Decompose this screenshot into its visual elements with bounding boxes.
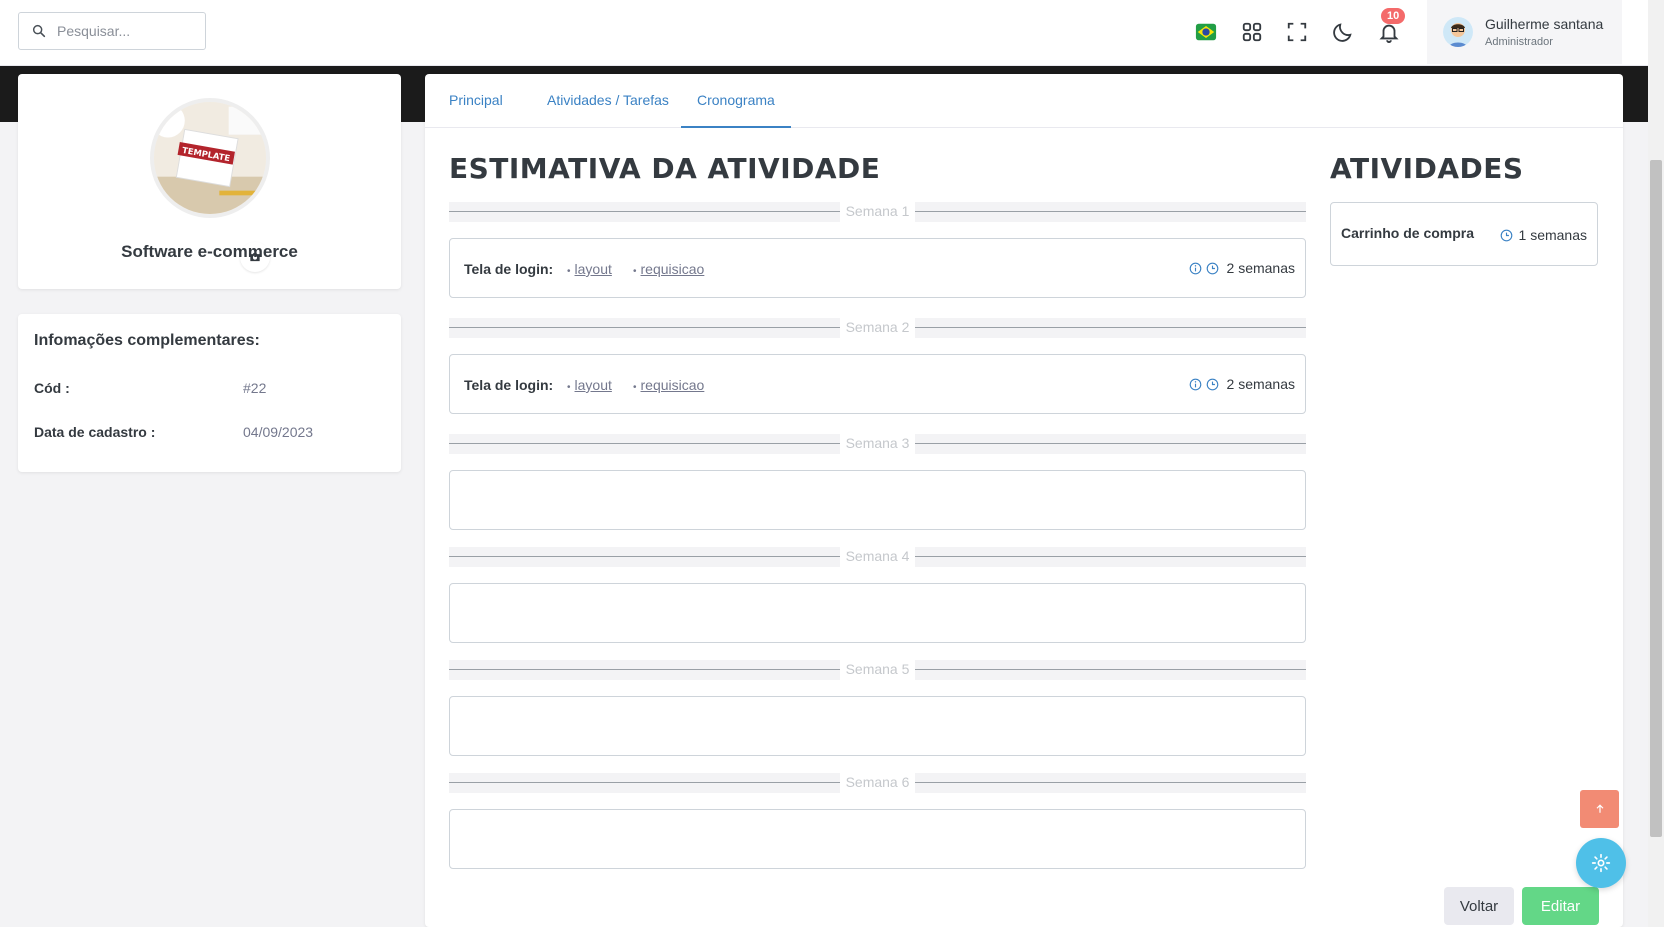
gear-icon — [1591, 853, 1611, 873]
week-separator: Semana 4 — [449, 547, 1306, 567]
topbar: 10 Guilherme santana Administrador — [0, 0, 1648, 66]
task-link-layout[interactable]: • layout — [567, 261, 612, 277]
week-label: Semana 5 — [845, 661, 910, 677]
duration-text: 2 semanas — [1226, 376, 1295, 392]
search-icon — [32, 24, 46, 38]
week-label: Semana 2 — [845, 319, 910, 335]
moon-icon[interactable] — [1331, 20, 1355, 44]
week-box — [449, 470, 1306, 530]
week-separator: Semana 1 — [449, 202, 1306, 222]
activity-name: Carrinho de compra — [1341, 225, 1475, 241]
week-box — [449, 809, 1306, 869]
info-card: Infomações complementares: Cód : #22 Dat… — [18, 314, 401, 472]
notification-badge: 10 — [1381, 8, 1406, 24]
task-link-requisicao[interactable]: • requisicao — [633, 261, 704, 277]
tab-atividades[interactable]: Atividades / Tarefas — [531, 74, 685, 128]
clock-icon — [1206, 262, 1218, 274]
edit-button[interactable]: Editar — [1522, 887, 1599, 925]
week-separator: Semana 2 — [449, 318, 1306, 338]
task-link-requisicao[interactable]: • requisicao — [633, 377, 704, 393]
info-label: Cód : — [34, 380, 70, 396]
fullscreen-icon[interactable] — [1285, 20, 1309, 44]
activity-item[interactable]: Carrinho de compra 1 semanas — [1330, 202, 1598, 266]
brazil-flag-icon[interactable] — [1194, 20, 1218, 44]
apps-grid-icon[interactable] — [1240, 20, 1264, 44]
duration-text: 1 semanas — [1518, 227, 1587, 243]
info-icon[interactable] — [1189, 262, 1202, 275]
info-value: #22 — [243, 380, 267, 396]
info-title: Infomações complementares: — [34, 332, 260, 349]
week-label: Semana 4 — [845, 548, 910, 564]
clock-icon — [1500, 229, 1512, 241]
info-icon[interactable] — [1189, 378, 1202, 391]
task-duration: 2 semanas — [1189, 376, 1295, 392]
scrollbar-thumb[interactable] — [1650, 160, 1662, 837]
clock-icon — [1206, 378, 1218, 390]
task-duration: 2 semanas — [1189, 260, 1295, 276]
task-link-layout[interactable]: • layout — [567, 377, 612, 393]
search-box[interactable] — [18, 12, 206, 50]
info-label: Data de cadastro : — [34, 424, 156, 440]
info-value: 04/09/2023 — [243, 424, 314, 440]
week-box: Tela de login: • layout • requisicao 2 sem… — [449, 354, 1306, 414]
estimate-title: ESTIMATIVA DA ATIVIDADE — [449, 152, 881, 185]
back-button[interactable]: Voltar — [1444, 887, 1514, 925]
project-photo: TEMPLATE — [150, 98, 270, 218]
main-card: Principal Atividades / Tarefas Cronogram… — [425, 74, 1623, 927]
search-input[interactable] — [57, 23, 187, 39]
task-name: Tela de login: — [464, 377, 554, 393]
week-box: Tela de login: • layout • requisicao 2 sem… — [449, 238, 1306, 298]
avatar — [1443, 17, 1473, 47]
settings-button[interactable] — [1576, 838, 1626, 888]
scroll-top-button[interactable] — [1580, 790, 1619, 828]
duration-text: 2 semanas — [1226, 260, 1295, 276]
week-separator: Semana 3 — [449, 434, 1306, 454]
user-role: Administrador — [1485, 36, 1553, 48]
activity-duration: 1 semanas — [1500, 227, 1587, 243]
tab-principal[interactable]: Principal — [433, 74, 519, 128]
project-title: Software e-commerce — [121, 242, 298, 261]
profile-card: TEMPLATE Software e-commerce — [18, 74, 401, 289]
user-name: Guilherme santana — [1485, 16, 1604, 32]
task-name: Tela de login: — [464, 261, 554, 277]
arrow-up-icon — [1596, 804, 1603, 813]
week-separator: Semana 5 — [449, 660, 1306, 680]
tab-cronograma[interactable]: Cronograma — [681, 74, 791, 128]
week-label: Semana 1 — [845, 203, 910, 219]
activities-title: ATIVIDADES — [1330, 152, 1524, 185]
week-label: Semana 3 — [845, 435, 910, 451]
week-box — [449, 583, 1306, 643]
tabs: Principal Atividades / Tarefas Cronogram… — [425, 74, 1623, 128]
week-label: Semana 6 — [845, 774, 910, 790]
user-menu[interactable]: Guilherme santana Administrador — [1427, 0, 1622, 64]
week-box — [449, 696, 1306, 756]
week-separator: Semana 6 — [449, 773, 1306, 793]
